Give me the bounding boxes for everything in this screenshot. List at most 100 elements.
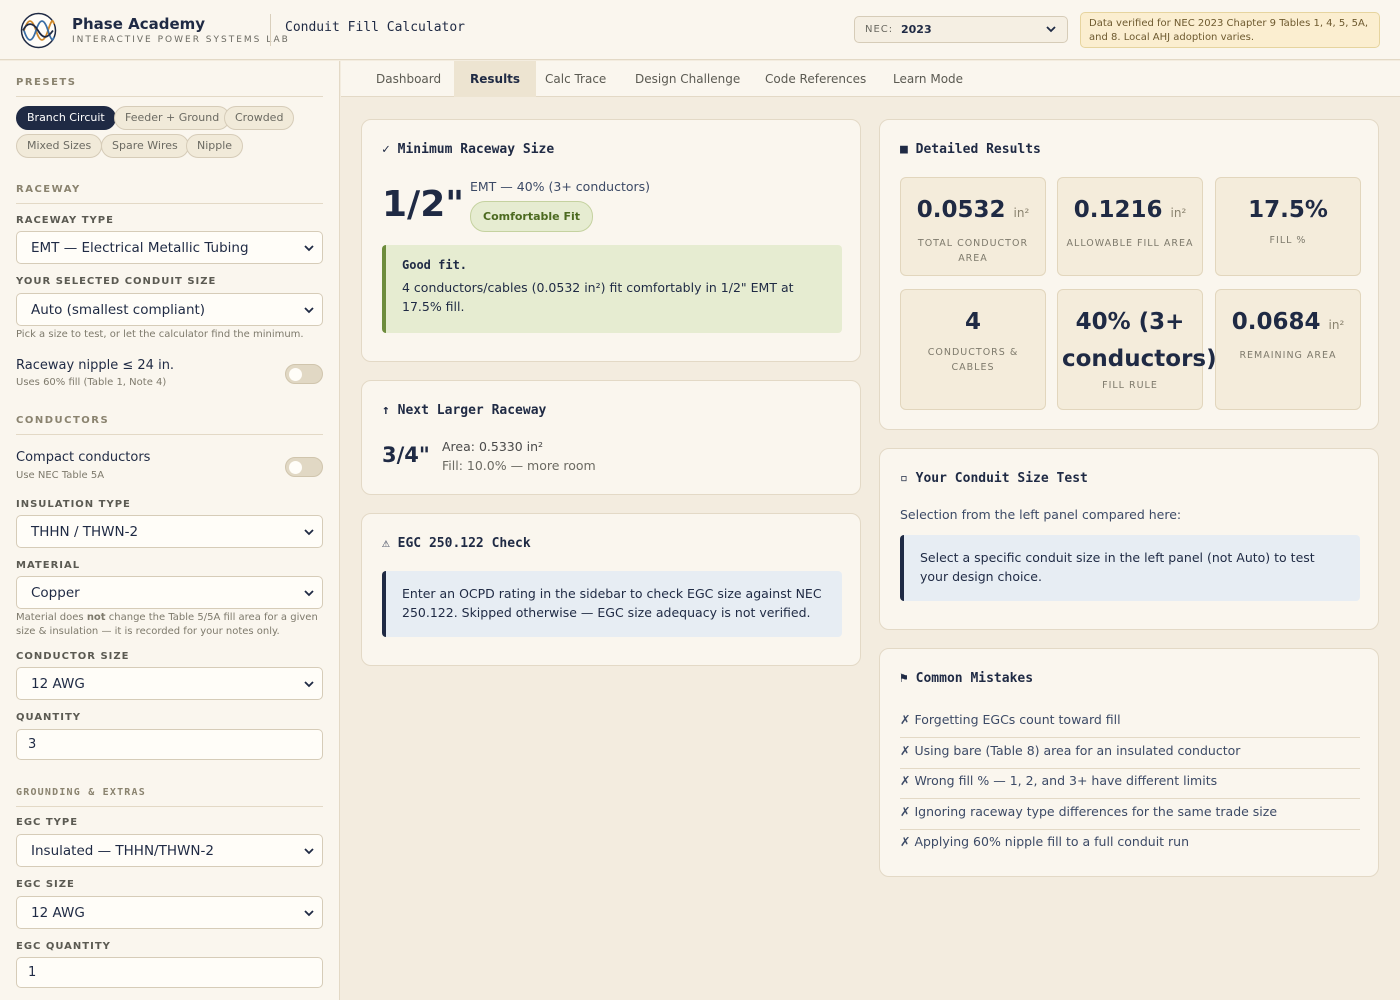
chevron-down-icon <box>304 245 314 252</box>
stat-unit: in² <box>1328 318 1345 332</box>
quantity-label: QUANTITY <box>16 712 82 723</box>
preset-spare-wires[interactable]: Spare Wires <box>101 134 189 158</box>
egc-quantity-input[interactable]: 1 <box>16 957 323 988</box>
detailed-results-title: ■ Detailed Results <box>900 142 1041 157</box>
egc-type-select[interactable]: Insulated — THHN/THWN-2 <box>16 834 323 867</box>
stat-value: 17.5% <box>1216 178 1360 229</box>
preset-mixed-sizes[interactable]: Mixed Sizes <box>16 134 103 158</box>
square-icon: ■ <box>900 142 908 157</box>
preset-nipple[interactable]: Nipple <box>186 134 244 158</box>
preset-branch-circuit[interactable]: Branch Circuit <box>16 106 116 130</box>
conduit-size-label: YOUR SELECTED CONDUIT SIZE <box>16 276 217 287</box>
mistake-item: ✗ Forgetting EGCs count toward fill <box>900 712 1360 738</box>
egc-quantity-label: EGC QUANTITY <box>16 941 111 952</box>
stat-value: 0.1216 in² <box>1058 178 1202 232</box>
nipple-toggle-hint: Uses 60% fill (Table 1, Note 4) <box>16 377 167 388</box>
size-test-title: ▫ Your Conduit Size Test <box>900 471 1088 486</box>
small-square-icon: ▫ <box>900 471 908 486</box>
mistake-item: ✗ Using bare (Table 8) area for an insul… <box>900 743 1360 769</box>
common-mistakes-title: ⚑ Common Mistakes <box>900 671 1033 686</box>
common-mistakes-card: ⚑ Common Mistakes ✗ Forgetting EGCs coun… <box>879 648 1379 877</box>
raceway-type-label: RACEWAY TYPE <box>16 215 114 226</box>
stat-value: 0.0532 in² <box>901 178 1045 232</box>
next-larger-title: ↑ Next Larger Raceway <box>382 403 546 418</box>
raceway-section-title: RACEWAY <box>16 184 323 204</box>
material-hint-bold: not <box>86 612 106 623</box>
stat-number: 0.1216 <box>1073 197 1163 223</box>
data-verified-notice: Data verified for NEC 2023 Chapter 9 Tab… <box>1080 12 1380 48</box>
raceway-type-value: EMT — Electrical Metallic Tubing <box>31 240 249 256</box>
insulation-type-select[interactable]: THHN / THWN-2 <box>16 515 323 548</box>
raceway-type-select[interactable]: EMT — Electrical Metallic Tubing <box>16 231 323 264</box>
egc-size-label: EGC SIZE <box>16 879 75 890</box>
tab-design-challenge[interactable]: Design Challenge <box>619 61 756 97</box>
tab-code-references[interactable]: Code References <box>749 61 882 97</box>
nec-value: 2023 <box>901 23 932 36</box>
tab-results[interactable]: Results <box>454 61 537 97</box>
next-larger-title-text: Next Larger Raceway <box>397 403 547 418</box>
good-fit-note: Good fit. 4 conductors/cables (0.0532 in… <box>382 245 842 333</box>
tab-dashboard[interactable]: Dashboard <box>360 61 457 97</box>
egc-size-value: 12 AWG <box>31 905 85 921</box>
stat-unit: in² <box>1013 206 1030 220</box>
stat-value: 0.0684 in² <box>1216 290 1360 344</box>
detailed-results-title-text: Detailed Results <box>915 142 1041 157</box>
material-hint-pre: Material does <box>16 612 87 623</box>
arrow-up-icon: ↑ <box>382 403 390 418</box>
app-title: Conduit Fill Calculator <box>285 20 466 35</box>
nipple-toggle-label: Raceway nipple ≤ 24 in. <box>16 358 175 373</box>
chevron-down-icon <box>304 848 314 855</box>
stat-label: FILL % <box>1269 235 1307 246</box>
chevron-down-icon <box>304 590 314 597</box>
chevron-down-icon <box>304 307 314 314</box>
egc-quantity-value: 1 <box>28 965 37 980</box>
phase-wave-logo-icon[interactable] <box>20 12 57 49</box>
nipple-toggle[interactable] <box>285 364 323 384</box>
tab-learn-mode[interactable]: Learn Mode <box>877 61 979 97</box>
mistake-item: ✗ Ignoring raceway type differences for … <box>900 804 1360 830</box>
warning-icon: ⚠ <box>382 536 390 551</box>
stat-label: REMAINING AREA <box>1239 350 1337 361</box>
preset-feeder-ground[interactable]: Feeder + Ground <box>114 106 231 130</box>
conductors-section-title: CONDUCTORS <box>16 415 323 435</box>
nec-label: NEC: <box>865 24 894 35</box>
egc-type-label: EGC TYPE <box>16 817 79 828</box>
raceway-fill-rule: EMT — 40% (3+ conductors) <box>470 179 651 194</box>
quantity-input[interactable]: 3 <box>16 729 323 760</box>
sidebar: PRESETS Branch Circuit Feeder + Ground C… <box>0 61 340 1000</box>
stat-number: 4 <box>964 309 981 335</box>
quantity-value: 3 <box>28 737 37 752</box>
nec-version-select[interactable]: NEC: 2023 <box>854 16 1068 43</box>
stat-label: TOTAL CONDUCTOR AREA <box>917 238 1029 264</box>
insulation-type-label: INSULATION TYPE <box>16 499 131 510</box>
next-larger-raceway-card: ↑ Next Larger Raceway 3/4" Area: 0.5330 … <box>361 380 861 495</box>
stat-fill-rule: 40% (3+ conductors) FILL RULE <box>1057 289 1217 410</box>
toggle-knob <box>289 461 302 474</box>
egc-type-value: Insulated — THHN/THWN-2 <box>31 843 214 859</box>
stat-value: 4 <box>901 290 1045 341</box>
size-test-note: Select a specific conduit size in the le… <box>900 535 1360 601</box>
egc-check-note: Enter an OCPD rating in the sidebar to c… <box>382 571 842 637</box>
stat-number: 0.0532 <box>916 197 1006 223</box>
tab-calc-trace[interactable]: Calc Trace <box>529 61 622 97</box>
chevron-down-icon <box>304 529 314 536</box>
egc-check-title-text: EGC 250.122 Check <box>397 536 531 551</box>
stat-number: 17.5% <box>1248 197 1328 223</box>
preset-crowded[interactable]: Crowded <box>224 106 295 130</box>
minimum-raceway-size: 1/2" <box>382 184 465 225</box>
conductor-size-select[interactable]: 12 AWG <box>16 667 323 700</box>
conduit-size-select[interactable]: Auto (smallest compliant) <box>16 293 323 326</box>
header-divider <box>270 14 271 46</box>
brand-subtitle: INTERACTIVE POWER SYSTEMS LAB <box>72 35 290 45</box>
mistake-item: ✗ Applying 60% nipple fill to a full con… <box>900 834 1190 849</box>
common-mistakes-title-text: Common Mistakes <box>915 671 1034 686</box>
size-test-lead: Selection from the left panel compared h… <box>900 507 1182 522</box>
grounding-section-title: GROUNDING & EXTRAS <box>16 787 323 807</box>
egc-size-select[interactable]: 12 AWG <box>16 896 323 929</box>
good-fit-body: 4 conductors/cables (0.0532 in²) fit com… <box>402 280 794 314</box>
compact-toggle[interactable] <box>285 457 323 477</box>
material-select[interactable]: Copper <box>16 576 323 609</box>
insulation-type-value: THHN / THWN-2 <box>31 524 139 540</box>
egc-check-card: ⚠ EGC 250.122 Check Enter an OCPD rating… <box>361 513 861 666</box>
compact-toggle-label: Compact conductors <box>16 450 151 465</box>
